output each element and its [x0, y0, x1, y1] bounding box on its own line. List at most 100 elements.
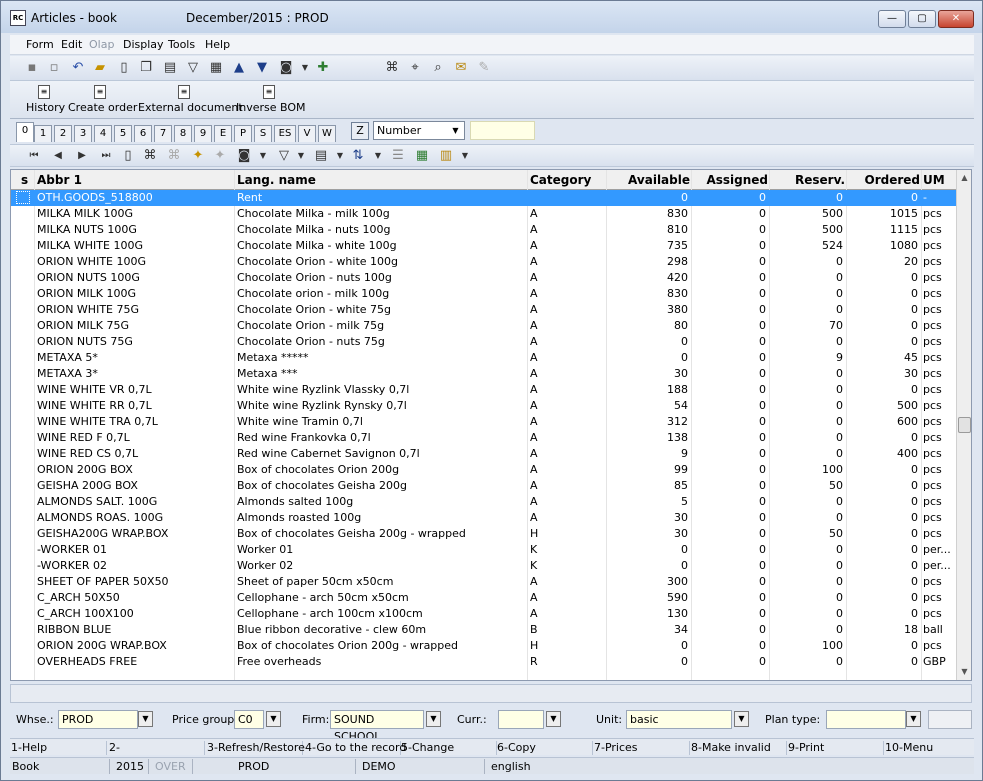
- tab-1[interactable]: 1: [34, 125, 52, 142]
- table-row[interactable]: C_ARCH 50X50 Cellophane - arch 50cm x50cm…: [11, 590, 956, 606]
- table-row[interactable]: ORION NUTS 75G Chocolate Orion - nuts 75g…: [11, 334, 956, 350]
- tab-9[interactable]: 9: [194, 125, 212, 142]
- col-header-ordered[interactable]: Ordered: [848, 173, 921, 187]
- scroll-down-icon[interactable]: ▼: [957, 664, 971, 680]
- question-document-icon[interactable]: ▯: [120, 148, 136, 164]
- z-sort-button[interactable]: Z: [351, 122, 369, 140]
- menu-help[interactable]: Help: [205, 38, 230, 51]
- table-row[interactable]: GEISHA200G WRAP.BOX Box of chocolates Gei…: [11, 526, 956, 542]
- fkey-8-make-invalid[interactable]: 8-Make invalid: [691, 741, 787, 755]
- fkey-4-goto[interactable]: 4-Go to the record: [305, 741, 406, 755]
- table-row[interactable]: GEISHA 200G BOX Box of chocolates Geisha …: [11, 478, 956, 494]
- close-button[interactable]: ✕: [938, 10, 974, 28]
- table-row[interactable]: MILKA WHITE 100G Chocolate Milka - white …: [11, 238, 956, 254]
- table-row[interactable]: ALMONDS ROAS. 100G Almonds roasted 100g A 3…: [11, 510, 956, 526]
- curr-dropdown-icon[interactable]: ▼: [546, 711, 561, 727]
- table-row[interactable]: MILKA MILK 100G Chocolate Milka - milk 10…: [11, 206, 956, 222]
- external-document-button[interactable]: ≡ External document: [138, 85, 243, 114]
- table-row[interactable]: WINE WHITE VR 0,7L White wine Ryzlink Vla…: [11, 382, 956, 398]
- tab-0[interactable]: 0: [16, 122, 34, 142]
- table-row[interactable]: METAXA 3* Metaxa *** A 30 0 0 30 pcs: [11, 366, 956, 382]
- arrow-up-icon[interactable]: ▲: [231, 60, 247, 76]
- table-row[interactable]: ORION 200G WRAP.BOX Box of chocolates Ori…: [11, 638, 956, 654]
- articles-grid[interactable]: s Abbr 1 Lang. name Category Available A…: [10, 169, 972, 681]
- tab-6[interactable]: 6: [134, 125, 152, 142]
- table-row[interactable]: ALMONDS SALT. 100G Almonds salted 100g A 5 0…: [11, 494, 956, 510]
- tab-s[interactable]: S: [254, 125, 272, 142]
- tab-5[interactable]: 5: [114, 125, 132, 142]
- prev-record-icon[interactable]: ◀: [50, 148, 66, 164]
- table-row[interactable]: ORION WHITE 75G Chocolate Orion - white 7…: [11, 302, 956, 318]
- history-button[interactable]: ≡ History: [26, 85, 65, 114]
- mail-icon[interactable]: ✉: [453, 60, 469, 76]
- table-row[interactable]: WINE RED F 0,7L Red wine Frankovka 0,7l A 1…: [11, 430, 956, 446]
- firm-field[interactable]: SOUND SCHOOL: [330, 710, 424, 743]
- plan-type-dropdown-icon[interactable]: ▼: [906, 711, 921, 727]
- table-row[interactable]: MILKA NUTS 100G Chocolate Milka - nuts 10…: [11, 222, 956, 238]
- table-row[interactable]: C_ARCH 100X100 Cellophane - arch 100cm x1…: [11, 606, 956, 622]
- maximize-button[interactable]: ▢: [908, 10, 936, 28]
- excel-icon[interactable]: ▦: [414, 148, 430, 164]
- first-record-icon[interactable]: ⏮: [26, 148, 42, 164]
- table-row[interactable]: SHEET OF PAPER 50X50 Sheet of paper 50cm …: [11, 574, 956, 590]
- binoculars-icon[interactable]: ⌘: [142, 148, 158, 164]
- fkey-9-print[interactable]: 9-Print: [788, 741, 884, 755]
- filter-document-icon[interactable]: ▦: [208, 60, 224, 76]
- tab-p[interactable]: P: [234, 125, 252, 142]
- table-row[interactable]: ORION NUTS 100G Chocolate Orion - nuts 10…: [11, 270, 956, 286]
- dropdown-icon[interactable]: ▼: [332, 148, 348, 164]
- sort-select[interactable]: Number ▼: [373, 121, 465, 140]
- dropdown-icon[interactable]: ▼: [297, 60, 313, 76]
- fkey-1-help[interactable]: 1-Help: [11, 741, 107, 755]
- dropdown-icon[interactable]: ▼: [255, 148, 271, 164]
- list-icon[interactable]: ☰: [390, 148, 406, 164]
- col-header-reserv[interactable]: Reserv.: [771, 173, 845, 187]
- menu-form[interactable]: Form: [26, 38, 54, 51]
- camera-icon[interactable]: ◙: [236, 148, 252, 164]
- plan-type-field[interactable]: [826, 710, 906, 729]
- add-record-icon[interactable]: ✦: [190, 148, 206, 164]
- filter-icon[interactable]: ▽: [276, 148, 292, 164]
- price-group-dropdown-icon[interactable]: ▼: [266, 711, 281, 727]
- table-row[interactable]: WINE WHITE TRA 0,7L White wine Tramin 0,7…: [11, 414, 956, 430]
- table-row[interactable]: OTH.GOODS_518800 Rent 0 0 0 0-: [11, 190, 956, 206]
- tab-2[interactable]: 2: [54, 125, 72, 142]
- table-row[interactable]: WINE WHITE RR 0,7L White wine Ryzlink Ryn…: [11, 398, 956, 414]
- curr-field[interactable]: [498, 710, 544, 729]
- quick-search-input[interactable]: [470, 121, 535, 140]
- col-header-abbr[interactable]: Abbr 1: [37, 173, 82, 187]
- create-order-button[interactable]: ≡ Create order: [68, 85, 137, 114]
- find-prev-icon[interactable]: ⌕: [430, 60, 446, 76]
- table-row[interactable]: ORION MILK 100G Chocolate orion - milk 10…: [11, 286, 956, 302]
- tab-7[interactable]: 7: [154, 125, 172, 142]
- sort-az-icon[interactable]: ⇅: [350, 148, 366, 164]
- title-bar[interactable]: RC Articles - book December/2015 : PROD …: [1, 1, 982, 33]
- table-row[interactable]: ORION WHITE 100G Chocolate Orion - white …: [11, 254, 956, 270]
- scroll-thumb[interactable]: [958, 417, 971, 433]
- tab-4[interactable]: 4: [94, 125, 112, 142]
- price-group-field[interactable]: C0: [234, 710, 264, 729]
- arrow-down-icon[interactable]: ▼: [254, 60, 270, 76]
- table-row[interactable]: METAXA 5* Metaxa ***** A 0 0 9 45 pcs: [11, 350, 956, 366]
- fkey-7-prices[interactable]: 7-Prices: [594, 741, 690, 755]
- table-row[interactable]: -WORKER 02 Worker 02 K 0 0 0 0 per...: [11, 558, 956, 574]
- dropdown-icon[interactable]: ▼: [457, 148, 473, 164]
- table-row[interactable]: RIBBON BLUE Blue ribbon decorative - clew…: [11, 622, 956, 638]
- export-icon[interactable]: ✚: [315, 60, 331, 76]
- fkey-5-change[interactable]: 5-Change: [401, 741, 497, 755]
- find-next-icon[interactable]: ⌖: [407, 60, 423, 76]
- filter-icon[interactable]: ▽: [185, 60, 201, 76]
- columns-icon[interactable]: ▥: [438, 148, 454, 164]
- last-record-icon[interactable]: ⏭: [98, 148, 114, 164]
- save-as-icon[interactable]: ▫: [46, 60, 62, 76]
- save-icon[interactable]: ▪: [24, 60, 40, 76]
- table-row[interactable]: WINE RED CS 0,7L Red wine Cabernet Savign…: [11, 446, 956, 462]
- table-row[interactable]: OVERHEADS FREE Free overheads R 0 0 0 0 GBP: [11, 654, 956, 670]
- tab-es[interactable]: ES: [274, 125, 296, 142]
- open-folder-icon[interactable]: ▰: [92, 60, 108, 76]
- undo-icon[interactable]: ↶: [70, 60, 86, 76]
- menu-tools[interactable]: Tools: [168, 38, 195, 51]
- tab-w[interactable]: W: [318, 125, 336, 142]
- col-header-um[interactable]: UM: [923, 173, 945, 187]
- menu-edit[interactable]: Edit: [61, 38, 82, 51]
